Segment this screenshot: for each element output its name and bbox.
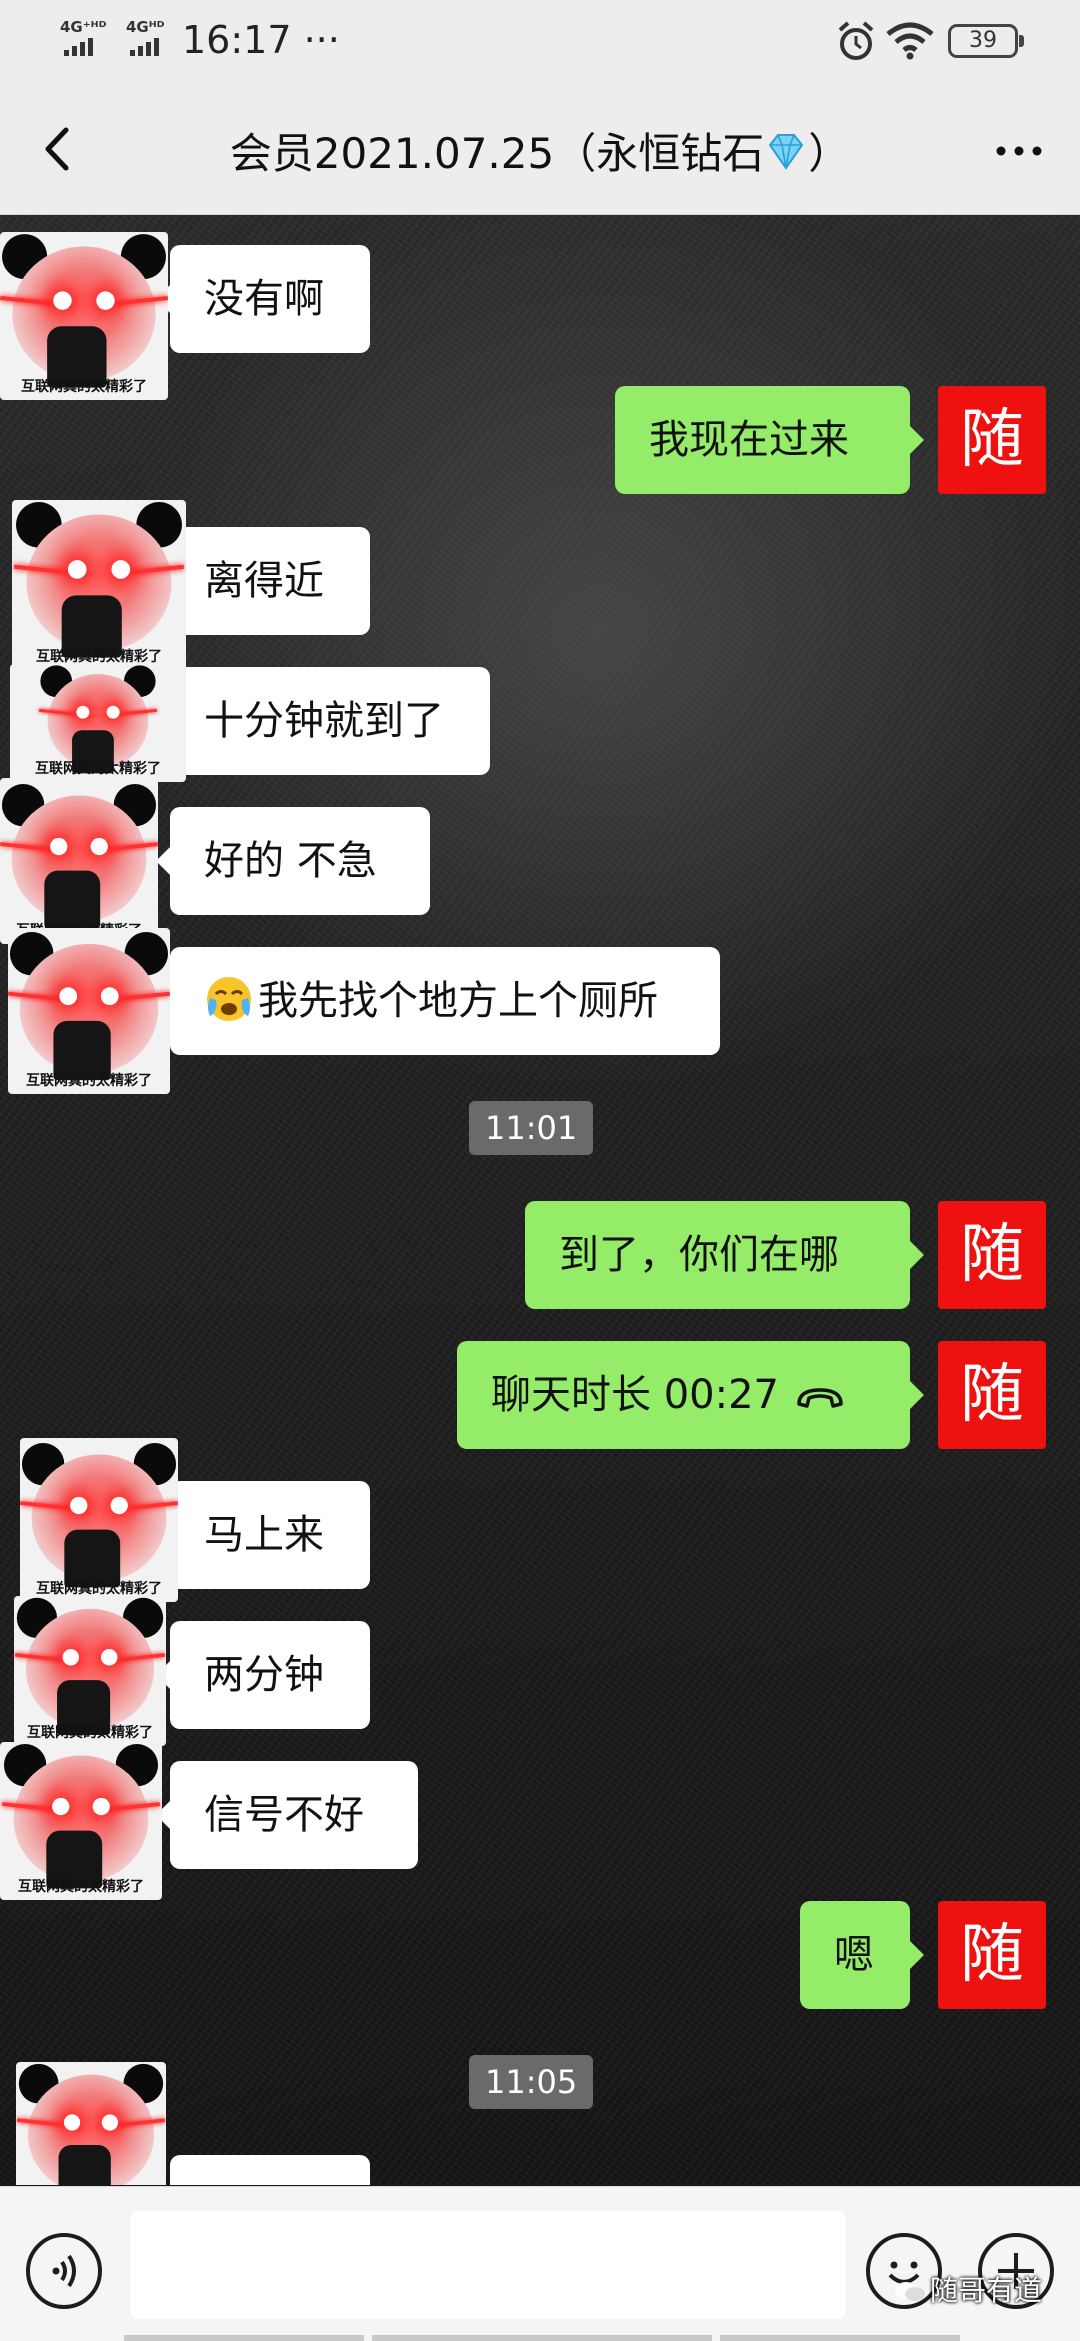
status-time: 16:17 ··· [182,18,340,62]
message-text: 没有啊 [204,276,324,322]
chat-header: 会员2021.07.25（永恒钻石 ） [0,84,1080,215]
wechat-logo-icon [895,2282,925,2301]
watermark-text: 随哥有道 [930,2274,1043,2307]
message-text: 我现在过来 [649,417,849,463]
incoming-message[interactable]: 好的 不急 [156,807,430,915]
outgoing-message[interactable]: 我现在过来 [615,386,924,494]
incoming-message[interactable]: 马上来 [156,1481,370,1589]
my-avatar[interactable]: 随 [938,1901,1046,2009]
voice-icon [52,2254,76,2288]
input-bar: 随哥有道 [0,2186,1080,2341]
status-bar: 4G⁺ᴴᴰ 4Gᴴᴰ 16:17 ··· 39 [0,0,1080,84]
watermark: 随哥有道 [894,2269,1042,2309]
incoming-message[interactable]: 两分钟 [156,1621,370,1729]
diamond-icon [768,134,804,170]
incoming-message[interactable]: 十分钟就到了 [156,667,490,775]
message-input[interactable] [130,2211,846,2319]
chat-title-text: 会员2021.07.25（永恒钻石 [229,129,765,178]
voice-input-button[interactable] [26,2233,102,2309]
signal-label-2: 4Gᴴᴰ [126,18,165,36]
contact-avatar[interactable]: 互联网真的太精彩了 [8,928,170,1094]
alarm-icon [838,21,874,60]
message-text: 我先找个地方上个厕所 [258,978,658,1024]
nav-indicator [124,2335,364,2341]
message-text: 两分钟 [204,1652,324,1698]
outgoing-message[interactable]: 嗯 [800,1901,924,2009]
incoming-message[interactable]: 信号不好 [156,1761,418,1869]
signal-bars-1-icon [64,38,93,56]
signal-bars-2-icon [130,38,159,56]
contact-avatar[interactable]: 互联网真的太精彩了 [0,1742,162,1900]
chat-title-suffix: ） [808,129,851,178]
avatar-caption: 互联网真的太精彩了 [36,649,162,665]
contact-avatar[interactable]: 互联网真的太精彩了 [20,1438,178,1602]
incoming-message[interactable] [170,2155,370,2185]
message-text: 到了，你们在哪 [559,1232,839,1278]
timestamp: 11:05 [469,2055,594,2109]
avatar-caption: 互联网真的太精彩了 [27,1725,153,1741]
more-options-button[interactable] [984,116,1054,186]
message-text: 离得近 [204,558,324,604]
avatar-caption: 互联网真的太精彩了 [26,1073,152,1089]
timestamp: 11:01 [469,1101,594,1155]
message-text: 十分钟就到了 [204,698,444,744]
avatar-caption: 互联网真的太精彩了 [18,1879,144,1895]
message-text: 信号不好 [204,1792,364,1838]
message-text: 嗯 [834,1932,874,1978]
avatar-caption: 互联网真的太精彩了 [21,379,147,395]
message-text: 聊天时长 00:27 [491,1372,779,1418]
crying-face-emoji-icon [207,977,251,1021]
outgoing-message[interactable]: 到了，你们在哪 [525,1201,924,1309]
contact-avatar[interactable]: 互联网真的太精彩了 [0,232,168,400]
message-text: 马上来 [204,1512,324,1558]
chat-title: 会员2021.07.25（永恒钻石 ） [0,120,1080,181]
contact-avatar[interactable]: 互联网真的太精彩了 [16,2062,166,2185]
contact-avatar[interactable]: 互联网真的太精彩了 [14,1596,166,1746]
battery-indicator: 39 [948,24,1024,58]
phone-hangup-icon [797,1388,843,1408]
my-avatar[interactable]: 随 [938,1341,1046,1449]
message-text: 好的 不急 [204,838,377,884]
signal-label-1: 4G⁺ᴴᴰ [60,18,107,36]
incoming-message[interactable]: 我先找个地方上个厕所 [156,947,720,1055]
outgoing-message[interactable]: 聊天时长 00:27 [457,1341,924,1449]
avatar-caption: 互联网真的太精彩了 [35,761,161,777]
nav-indicator [720,2335,960,2341]
nav-indicator [372,2335,712,2341]
wifi-icon [886,22,934,60]
incoming-message[interactable]: 没有啊 [156,245,370,353]
contact-avatar[interactable]: 互联网真的太精彩了 [10,664,186,782]
contact-avatar[interactable]: 互联网真的太精彩了 [0,778,158,944]
avatar-caption: 互联网真的太精彩了 [36,1581,162,1597]
chat-area[interactable]: 没有啊 互联网真的太精彩了随我现在过来 离得近 互联网真的太精彩了 十分钟就到了 互联网真… [0,215,1080,2185]
incoming-message[interactable]: 离得近 [156,527,370,635]
my-avatar[interactable]: 随 [938,1201,1046,1309]
my-avatar[interactable]: 随 [938,386,1046,494]
contact-avatar[interactable]: 互联网真的太精彩了 [12,500,186,670]
